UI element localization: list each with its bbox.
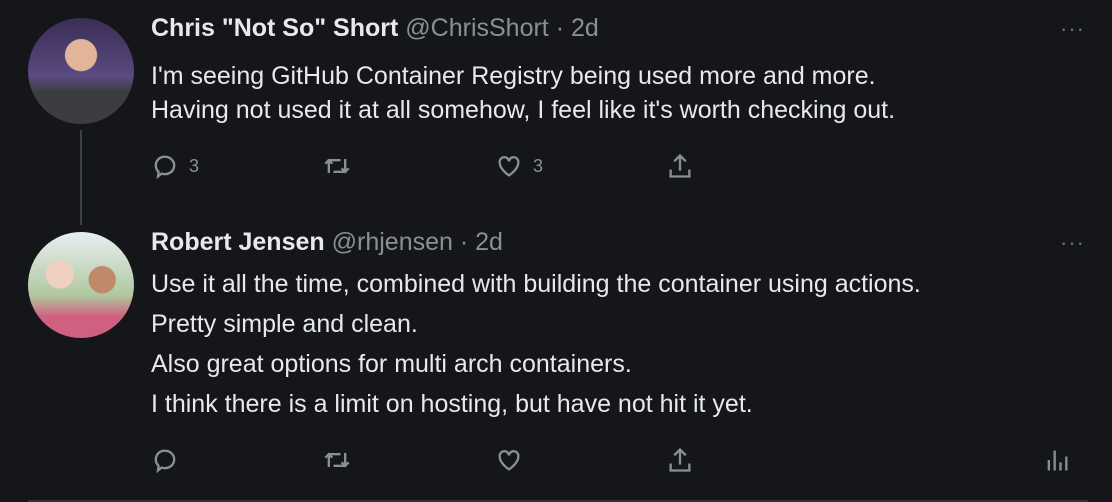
heart-icon: [498, 156, 520, 177]
avatar[interactable]: [28, 18, 134, 124]
timestamp[interactable]: · 2d: [460, 228, 503, 256]
analytics-icon: [1047, 450, 1068, 471]
author-name[interactable]: Chris "Not So" Short: [151, 14, 398, 42]
like-button[interactable]: [495, 446, 523, 474]
share-button[interactable]: [666, 446, 694, 474]
thread-connector: [80, 130, 82, 225]
tweet-text-line: I'm seeing GitHub Container Registry bei…: [151, 62, 876, 90]
timestamp[interactable]: · 2d: [556, 14, 599, 42]
more-options-button[interactable]: ···: [1060, 230, 1085, 256]
share-button[interactable]: [666, 152, 694, 180]
author-handle[interactable]: @ChrisShort: [405, 14, 548, 42]
like-count: 3: [533, 155, 544, 176]
retweet-button[interactable]: [323, 446, 351, 474]
reply-icon: [154, 155, 176, 180]
reply-button[interactable]: 3: [151, 152, 199, 180]
tweet-text-line: I think there is a limit on hosting, but…: [151, 390, 753, 418]
reply-count: 3: [189, 155, 200, 176]
author-handle[interactable]: @rhjensen: [332, 228, 453, 256]
heart-icon: [498, 450, 520, 471]
like-button[interactable]: 3: [495, 152, 543, 180]
analytics-button[interactable]: [1043, 446, 1071, 474]
tweet-text-line: Also great options for multi arch contai…: [151, 350, 632, 378]
tweet-text-line: Having not used it at all somehow, I fee…: [151, 96, 896, 124]
tweet-text-line: Pretty simple and clean.: [151, 310, 418, 338]
retweet-icon: [324, 158, 350, 174]
reply-icon: [154, 449, 176, 474]
reply-button[interactable]: [151, 446, 179, 474]
author-name[interactable]: Robert Jensen: [151, 228, 325, 256]
tweet-text-line: Use it all the time, combined with build…: [151, 270, 921, 298]
retweet-button[interactable]: [323, 152, 351, 180]
avatar[interactable]: [28, 232, 134, 338]
more-options-button[interactable]: ···: [1060, 16, 1085, 42]
share-icon: [669, 153, 691, 178]
share-icon: [669, 447, 691, 472]
retweet-icon: [324, 452, 350, 468]
